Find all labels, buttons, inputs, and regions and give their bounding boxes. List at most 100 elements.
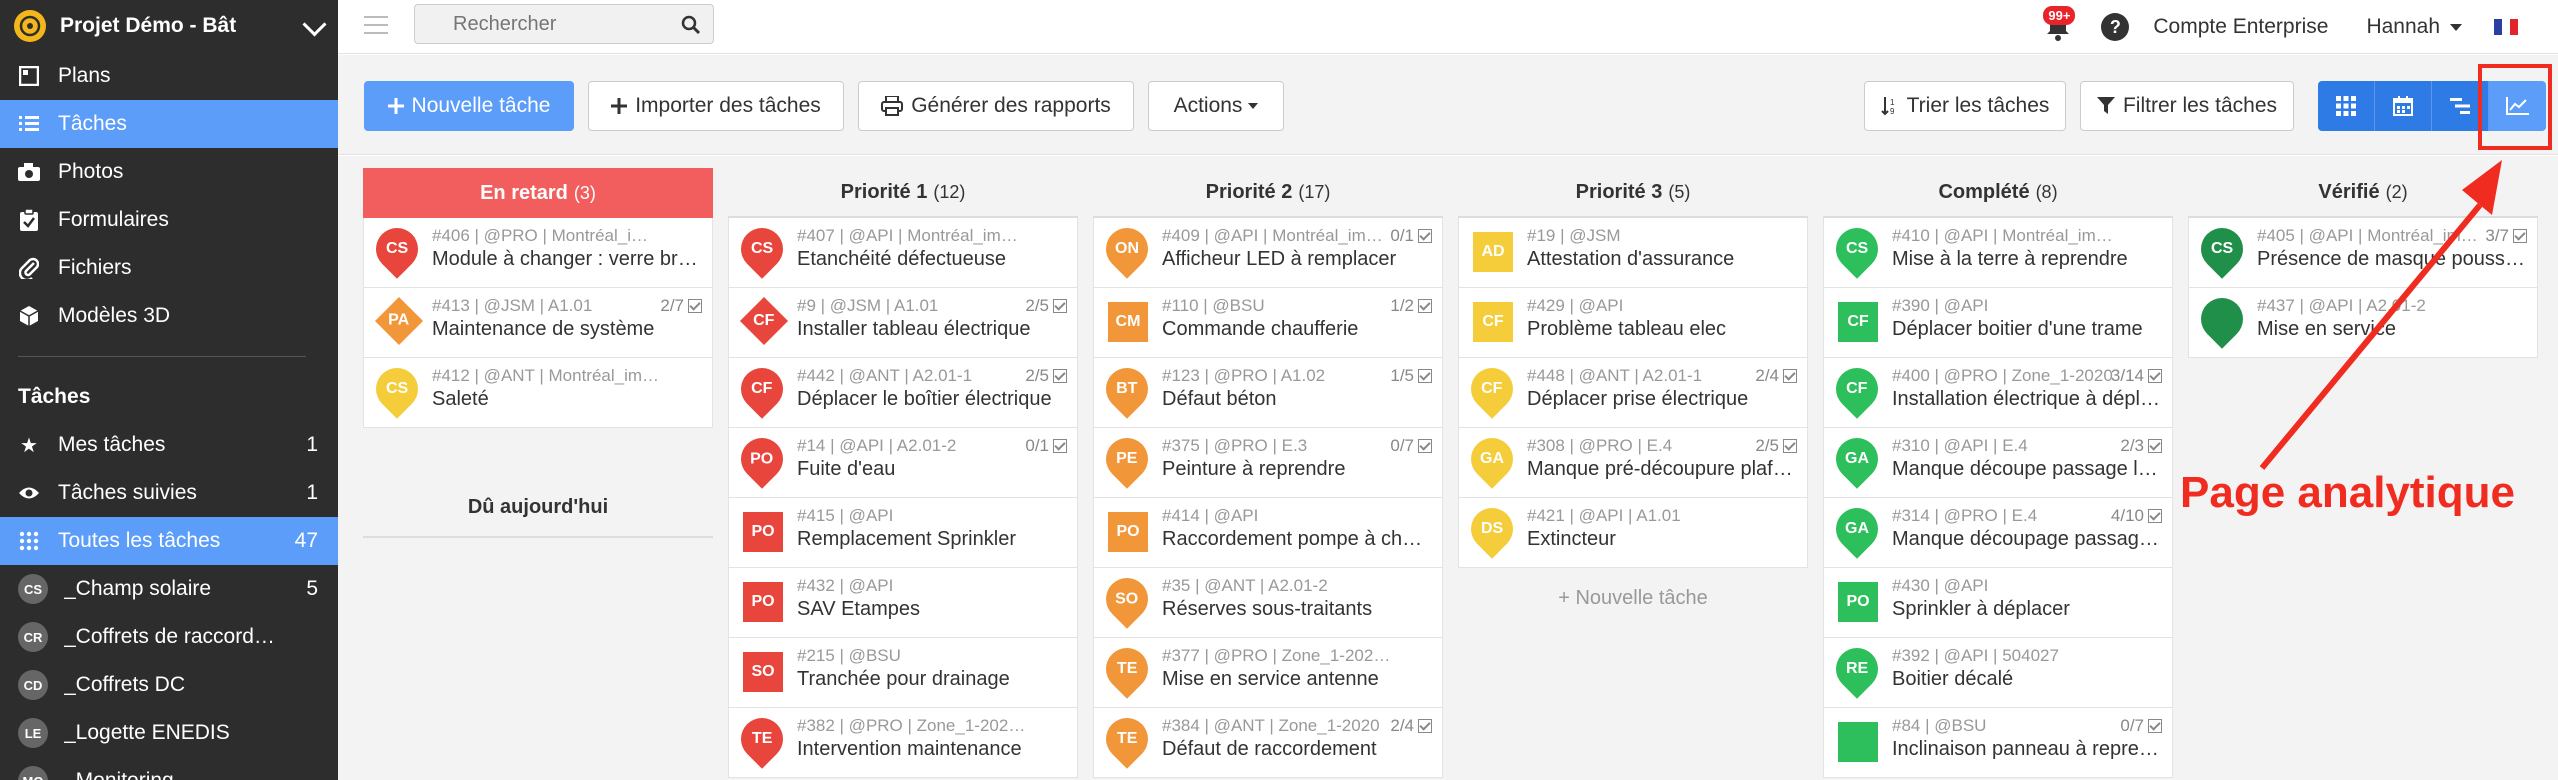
column-header[interactable]: Priorité 3 (5) [1458,168,1808,218]
help-icon[interactable]: ? [2101,13,2130,41]
task-card[interactable]: AD #19 | @JSM Attestation d'assurance [1458,218,1808,288]
new-task-button[interactable]: Nouvelle tâche [364,81,574,131]
task-marker-icon: SO [743,652,783,692]
topbar-right: 99+ ? Compte Enterprise Hannah [2043,0,2558,54]
task-card[interactable]: CS #406 | @PRO | Montréal_implantation Mod… [363,218,713,288]
task-marker-label: ON [1115,240,1139,257]
task-card[interactable]: CF #448 | @ANT | A2.01-1 Déplacer prise él… [1458,358,1808,428]
sidebar-item-modeles-3d[interactable]: Modèles 3D [0,292,338,340]
task-card[interactable]: PO #415 | @API Remplacement Sprinkler [728,498,1078,568]
task-card[interactable]: CF #9 | @JSM | A1.01 Installer tableau éle… [728,288,1078,358]
sidebar-item-coffrets-dc[interactable]: CD _Coffrets DC [0,661,338,709]
sidebar-item-label: _Coffrets de raccordement [64,625,279,648]
task-card[interactable]: PO #414 | @API Raccordement pompe à chaleu… [1093,498,1443,568]
task-card[interactable]: CS #405 | @API | Montréal_implantation Pré… [2188,218,2538,288]
task-card[interactable]: BT #123 | @PRO | A1.02 Défaut béton 1/5 [1093,358,1443,428]
task-card[interactable]: CS #412 | @ANT | Montréal_implantation Sal… [363,358,713,428]
sort-tasks-button[interactable]: 19 Trier les tâches [1864,81,2066,131]
task-marker-label: CF [1481,380,1503,398]
sidebar-item-monitoring[interactable]: MO _Monitoring [0,757,338,780]
hamburger-menu-icon[interactable] [364,16,388,36]
task-card[interactable]: TE #384 | @ANT | Zone_1-2020 Défaut de rac… [1093,708,1443,778]
task-card[interactable]: CF #442 | @ANT | A2.01-1 Déplacer le boîti… [728,358,1078,428]
sidebar-item-coffrets-raccordement[interactable]: CR _Coffrets de raccordement [0,613,338,661]
checklist-progress-text: 2/4 [1755,366,1779,385]
task-card[interactable]: SO #215 | @BSU Tranchée pour drainage [728,638,1078,708]
sidebar-item-toutes-les-taches[interactable]: Toutes les tâches 47 [0,517,338,565]
task-marker-label: GA [1845,450,1869,467]
avatar: CR [18,622,48,652]
checklist-progress: 4/10 [2111,506,2162,526]
task-meta: #314 | @PRO | E.4 [1892,506,2038,525]
checklist-progress: 2/4 [1755,366,1797,386]
language-flag-icon[interactable] [2494,19,2518,35]
sidebar-item-mes-taches[interactable]: ★ Mes tâches 1 [0,421,338,469]
task-title: Intervention maintenance [797,738,1022,760]
actions-dropdown[interactable]: Actions [1148,81,1284,131]
task-card[interactable]: RE #392 | @API | 504027 Boitier décalé [1823,638,2173,708]
task-card[interactable]: GA #308 | @PRO | E.4 Manque pré-découpure … [1458,428,1808,498]
task-card[interactable]: PA #413 | @JSM | A1.01 Maintenance de syst… [363,288,713,358]
task-card[interactable]: SO #35 | @ANT | A2.01-2 Réserves sous-trai… [1093,568,1443,638]
task-card[interactable]: PO #14 | @API | A2.01-2 Fuite d'eau 0/1 [728,428,1078,498]
column-header[interactable]: Complété (8) [1823,168,2173,218]
checklist-progress: 3/7 [2485,226,2527,246]
task-marker-label: CS [385,380,409,398]
column-title: Vérifié [2318,180,2380,203]
generate-reports-button[interactable]: Générer des rapports [858,81,1134,131]
task-card[interactable]: DS #421 | @API | A1.01 Extincteur [1458,498,1808,568]
task-card[interactable]: PO #430 | @API Sprinkler à déplacer [1823,568,2173,638]
task-card[interactable]: GA #314 | @PRO | E.4 Manque découpage pass… [1823,498,2173,568]
column-header[interactable]: Priorité 1 (12) [728,168,1078,218]
task-card[interactable]: CM #110 | @BSU Commande chaufferie 1/2 [1093,288,1443,358]
task-card[interactable]: GA #310 | @API | E.4 Manque découpe passag… [1823,428,2173,498]
task-marker-icon: CF [739,296,789,346]
task-card[interactable]: PE #375 | @PRO | E.3 Peinture à reprendre 0… [1093,428,1443,498]
task-marker-label: PO [750,450,774,467]
task-card[interactable]: ON #409 | @API | Montréal_implantation Aff… [1093,218,1443,288]
column-header[interactable]: Priorité 2 (17) [1093,168,1443,218]
task-marker-label: CF [1846,380,1868,398]
filter-tasks-button[interactable]: Filtrer les tâches [2080,81,2294,131]
task-card[interactable]: TE #377 | @PRO | Zone_1-2020-12-08 Mise en… [1093,638,1443,708]
sidebar-item-plans[interactable]: Plans [0,52,338,100]
sidebar-item-label: Formulaires [58,208,169,231]
sidebar-item-label: Plans [58,64,111,87]
task-card[interactable]: CS #410 | @API | Montréal_implantation Mis… [1823,218,2173,288]
sidebar-item-formulaires[interactable]: Formulaires [0,196,338,244]
sidebar-item-champ-solaire[interactable]: CS _Champ solaire 5 [0,565,338,613]
sidebar-item-photos[interactable]: Photos [0,148,338,196]
task-card[interactable]: TE #382 | @PRO | Zone_1-2020-12-08 Interve… [728,708,1078,778]
task-title: Saleté [432,388,489,410]
sidebar-section-title: Tâches [18,385,91,408]
task-title: Peinture à reprendre [1162,458,1346,480]
sidebar-item-taches-suivies[interactable]: Tâches suivies 1 [0,469,338,517]
checklist-progress: 2/5 [1755,436,1797,456]
sidebar-item-fichiers[interactable]: Fichiers [0,244,338,292]
view-board-button[interactable] [2318,81,2375,131]
view-calendar-button[interactable] [2375,81,2432,131]
task-meta: #392 | @API | 504027 [1892,646,2059,665]
sidebar-item-logette-enedis[interactable]: LE _Logette ENEDIS [0,709,338,757]
task-marker-label: TE [751,730,773,748]
column-header[interactable]: En retard (3) [363,168,713,218]
task-marker-label: CF [1482,313,1504,330]
sidebar-item-taches[interactable]: Tâches [0,100,338,148]
task-card[interactable]: CF #390 | @API Déplacer boitier d'une tram… [1823,288,2173,358]
add-task-link[interactable]: + Nouvelle tâche [1458,568,1808,628]
task-card[interactable]: CS #407 | @API | Montréal_implantation Eta… [728,218,1078,288]
user-menu[interactable]: Hannah [2366,15,2462,39]
column-header[interactable]: Vérifié (2) [2188,168,2538,218]
search-icon[interactable] [681,15,701,35]
account-link[interactable]: Compte Enterprise [2153,15,2328,39]
search-input[interactable] [453,12,653,36]
task-card[interactable]: PO #432 | @API SAV Etampes [728,568,1078,638]
import-tasks-button[interactable]: Importer des tâches [588,81,844,131]
task-card[interactable]: CF #400 | @PRO | Zone_1-2020 Installation … [1823,358,2173,428]
task-card[interactable]: CF #429 | @API Problème tableau elec [1458,288,1808,358]
task-card[interactable]: #84 | @BSU Inclinaison panneau à reprendr… [1823,708,2173,778]
task-card[interactable]: #437 | @API | A2.01-2 Mise en service [2188,288,2538,358]
project-switcher[interactable]: Projet Démo - Bât [0,0,338,52]
task-marker-label: CF [1847,313,1869,330]
notifications-button[interactable]: 99+ [2043,6,2077,42]
